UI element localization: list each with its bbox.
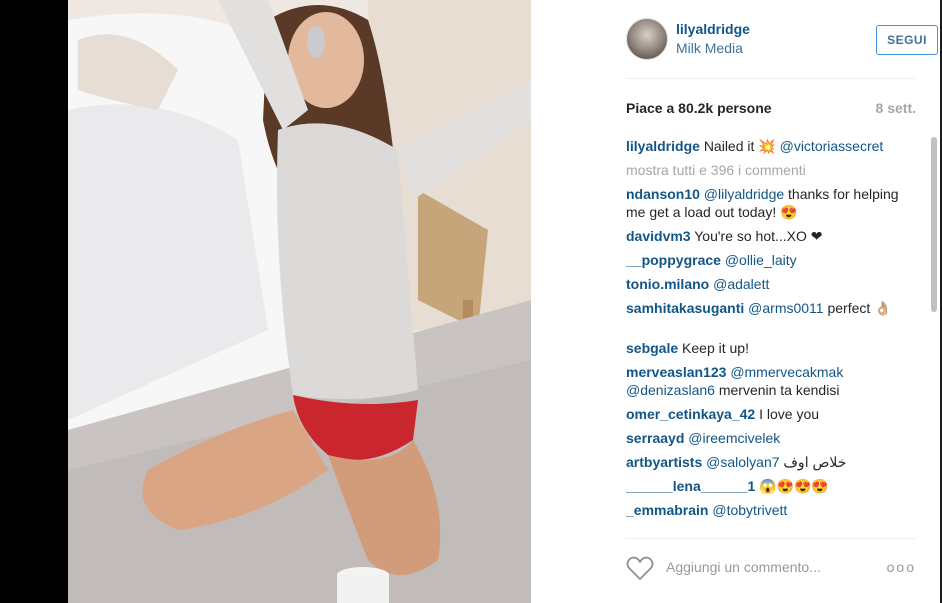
comment-username[interactable]: merveaslan123 [626,364,726,380]
comment-username[interactable]: artbyartists [626,454,702,470]
heart-outline-icon[interactable] [626,555,654,581]
comment-text: I love you [755,406,820,422]
comment-bar: Aggiungi un commento... ooo [626,553,916,583]
comment-mention[interactable]: @ireemcivelek [688,430,780,446]
caption: lilyaldridge Nailed it 💥 @victoriassecre… [626,137,908,155]
divider [626,78,916,79]
scrollbar-thumb[interactable] [931,137,937,312]
comment: tonio.milano @adalett [626,275,908,293]
media-frame-right [531,0,600,603]
post-photo[interactable] [68,0,531,603]
comment-username[interactable]: serraayd [626,430,684,446]
comment: ndanson10 @lilyaldridge thanks for helpi… [626,185,908,221]
divider [626,538,916,539]
caption-username[interactable]: lilyaldridge [626,138,700,154]
comment-username[interactable]: sebgale [626,340,678,356]
comment: merveaslan123 @mmervecakmak @denizaslan6… [626,363,908,399]
comment-text: خلاص اوف [779,454,847,470]
comment: __poppygrace @ollie_laity [626,251,908,269]
comment-username[interactable]: samhitakasuganti [626,300,744,316]
likes-count[interactable]: Piace a 80.2k persone [626,100,772,116]
media-frame-left [0,0,68,603]
comments-scrollbar[interactable] [930,133,938,533]
comment-username[interactable]: __poppygrace [626,252,721,268]
location-link[interactable]: Milk Media [676,40,743,56]
author-username[interactable]: lilyaldridge [676,21,750,37]
follow-button[interactable]: SEGUI [876,25,938,55]
photo-illustration [68,0,531,603]
comment-mention[interactable]: @arms0011 [748,300,823,316]
comment-username[interactable]: _emmabrain [626,502,708,518]
comment-username[interactable]: davidvm3 [626,228,691,244]
comment-username[interactable]: ______lena______1 [626,478,755,494]
comment-username[interactable]: ndanson10 [626,186,700,202]
comment-text: mervenin ta kendisi [714,382,840,398]
caption-text: Nailed it [703,138,759,154]
post-age[interactable]: 8 sett. [876,100,916,116]
comment: sebgale Keep it up! [626,339,908,357]
ellipsis-icon[interactable]: ooo [887,559,916,575]
comment: samhitakasuganti @arms0011 perfect 👌🏼 [626,299,908,317]
comment-username[interactable]: tonio.milano [626,276,709,292]
explosion-emoji: 💥 [758,138,776,154]
comment-mention[interactable]: @salolyan7 [706,454,779,470]
comment-text: 😱😍😍😍 [755,478,829,494]
post-header: lilyaldridge Milk Media SEGUI [626,18,938,62]
comment: serraayd @ireemcivelek [626,429,908,447]
avatar[interactable] [626,18,668,60]
likes-row: Piace a 80.2k persone 8 sett. [626,100,916,116]
caption-mention[interactable]: @victoriassecret [780,138,884,154]
post-media-area [0,0,600,603]
show-all-comments-link[interactable]: mostra tutti e 396 i commenti [626,161,908,179]
comment: artbyartists @salolyan7 خلاص اوف [626,453,908,471]
post-details-panel: lilyaldridge Milk Media SEGUI Piace a 80… [600,0,942,603]
comment-mention[interactable]: @adalett [713,276,769,292]
comment: omer_cetinkaya_42 I love you [626,405,908,423]
comment-mention[interactable]: @lilyaldridge [704,186,784,202]
comment-text: You're so hot...XO ❤ [690,228,823,244]
comment: _emmabrain @tobytrivett [626,501,908,519]
comment-mention[interactable]: @tobytrivett [712,502,787,518]
comment: davidvm3 You're so hot...XO ❤ [626,227,908,245]
comment-mention[interactable]: @ollie_laity [725,252,797,268]
comment: ______lena______1 😱😍😍😍 [626,477,908,495]
comment-username[interactable]: omer_cetinkaya_42 [626,406,755,422]
comment-text: Keep it up! [678,340,749,356]
comment-text: perfect 👌🏼 [823,300,892,316]
add-comment-input[interactable]: Aggiungi un commento... [666,559,821,575]
comments-list: lilyaldridge Nailed it 💥 @victoriassecre… [626,137,908,533]
